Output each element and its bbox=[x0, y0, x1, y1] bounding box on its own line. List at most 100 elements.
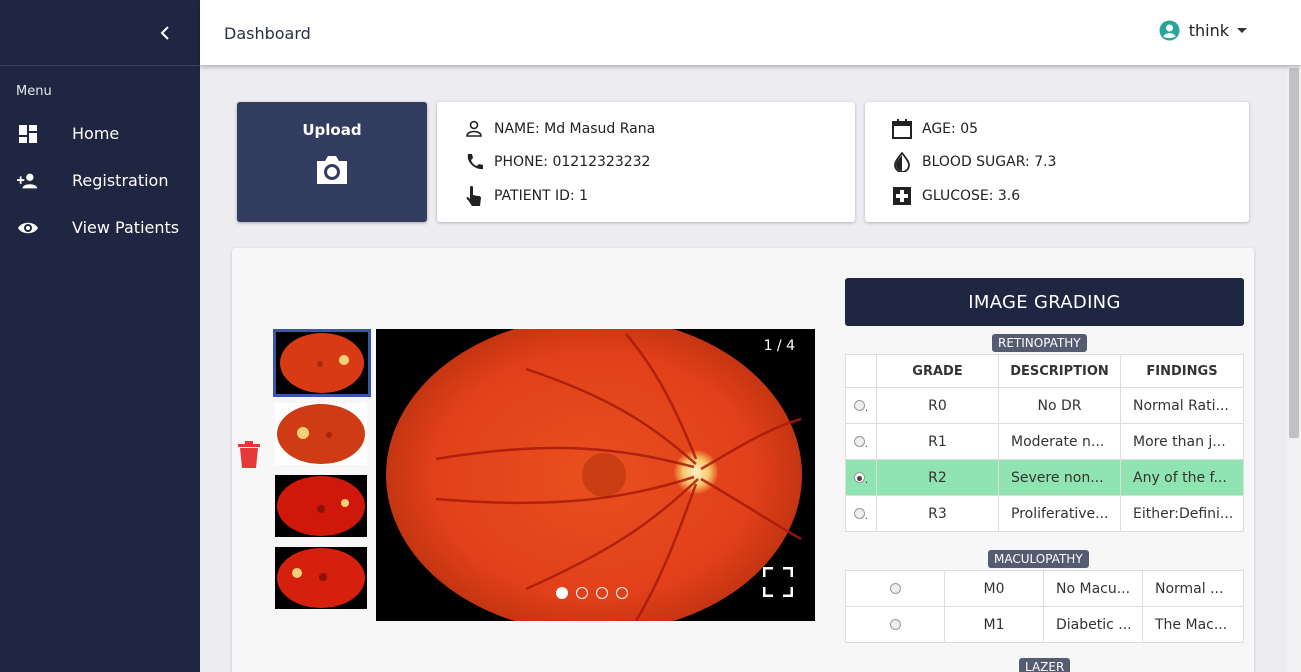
description-cell: Diabetic ... bbox=[1043, 606, 1143, 643]
findings-cell: Either:Defini... bbox=[1120, 495, 1244, 532]
carousel-dot-3[interactable] bbox=[596, 587, 608, 599]
patient-phone-row: PHONE: 01212323232 bbox=[463, 151, 650, 173]
fullscreen-button[interactable] bbox=[762, 566, 794, 601]
trash-icon bbox=[238, 441, 260, 468]
table-row[interactable]: . R0 No DR Normal Rati... bbox=[845, 387, 1244, 424]
thumbnail-4[interactable] bbox=[275, 547, 367, 609]
patient-name: NAME: Md Masud Rana bbox=[494, 121, 656, 137]
delete-image-button[interactable] bbox=[238, 441, 260, 472]
patient-phone: PHONE: 01212323232 bbox=[494, 154, 651, 170]
image-grading-header: IMAGE GRADING bbox=[845, 278, 1244, 326]
patient-id-row: PATIENT ID: 1 bbox=[463, 185, 588, 207]
findings-cell: Normal Rati... bbox=[1120, 387, 1244, 424]
sidebar: Menu Home Registration View Patients bbox=[0, 0, 200, 672]
sidebar-item-registration[interactable]: Registration bbox=[0, 157, 200, 204]
calendar-icon bbox=[891, 118, 913, 140]
findings-cell: The Mac... bbox=[1142, 606, 1244, 643]
fundus-thumbnail-image bbox=[275, 547, 367, 609]
table-row[interactable]: . R1 Moderate n... More than j... bbox=[845, 423, 1244, 460]
thumbnail-2[interactable] bbox=[275, 403, 367, 465]
row-select[interactable] bbox=[845, 606, 945, 643]
description-cell: No DR bbox=[998, 387, 1121, 424]
carousel-dot-2[interactable] bbox=[576, 587, 588, 599]
fullscreen-icon bbox=[762, 566, 794, 598]
radio-button[interactable] bbox=[853, 400, 865, 411]
description-cell: Severe non... bbox=[998, 459, 1121, 496]
maculopathy-table: M0 No Macu... Normal ... M1 Diabetic ...… bbox=[845, 570, 1244, 643]
radio-button[interactable] bbox=[889, 583, 901, 594]
row-select[interactable]: . bbox=[845, 387, 877, 424]
scrollbar-thumb[interactable] bbox=[1289, 68, 1299, 438]
table-row[interactable]: M0 No Macu... Normal ... bbox=[845, 570, 1244, 607]
camera-icon bbox=[314, 154, 350, 190]
sidebar-item-view-patients[interactable]: View Patients bbox=[0, 204, 200, 251]
table-row[interactable]: . R3 Proliferative... Either:Defini... bbox=[845, 495, 1244, 532]
fundus-thumbnail-image bbox=[275, 475, 367, 537]
person-icon bbox=[463, 118, 485, 140]
carousel-dot-1[interactable] bbox=[556, 587, 568, 599]
table-row-selected[interactable]: . R2 Severe non... Any of the f... bbox=[845, 459, 1244, 496]
grade-cell: R1 bbox=[876, 423, 999, 460]
topbar: Dashboard think bbox=[200, 0, 1301, 65]
sidebar-item-label: Home bbox=[72, 124, 120, 143]
carousel-dots bbox=[556, 587, 628, 599]
row-select[interactable]: . bbox=[845, 459, 877, 496]
blood-sugar-row: BLOOD SUGAR: 7.3 bbox=[891, 151, 1056, 173]
thumbnail-3[interactable] bbox=[275, 475, 367, 537]
maculopathy-label: MACULOPATHY bbox=[988, 550, 1089, 568]
dashboard-icon bbox=[17, 123, 39, 145]
table-header-row: GRADE DESCRIPTION FINDINGS bbox=[845, 354, 1244, 388]
image-viewer[interactable]: 1 / 4 bbox=[376, 329, 815, 621]
patient-name-row: NAME: Md Masud Rana bbox=[463, 118, 655, 140]
image-counter: 1 / 4 bbox=[763, 338, 795, 354]
grade-cell: R0 bbox=[876, 387, 999, 424]
retinopathy-table: GRADE DESCRIPTION FINDINGS . R0 No DR No… bbox=[845, 354, 1244, 532]
upload-label: Upload bbox=[302, 121, 362, 139]
user-name: think bbox=[1188, 21, 1229, 40]
radio-button[interactable] bbox=[853, 436, 865, 447]
radio-button[interactable] bbox=[853, 508, 865, 519]
fundus-thumbnail-image bbox=[275, 403, 367, 465]
patient-id: PATIENT ID: 1 bbox=[494, 188, 589, 204]
page-title: Dashboard bbox=[224, 24, 311, 43]
row-select[interactable]: . bbox=[845, 423, 877, 460]
glucose-row: GLUCOSE: 3.6 bbox=[891, 185, 1020, 207]
phone-icon bbox=[463, 151, 485, 173]
findings-cell: Normal ... bbox=[1142, 570, 1244, 607]
user-menu[interactable]: think bbox=[1159, 20, 1247, 41]
radio-button[interactable] bbox=[889, 619, 901, 630]
findings-cell: Any of the f... bbox=[1120, 459, 1244, 496]
radio-button-checked[interactable] bbox=[853, 472, 865, 483]
blood-sugar: BLOOD SUGAR: 7.3 bbox=[922, 154, 1057, 170]
medical-kit-icon bbox=[891, 185, 913, 207]
carousel-dot-4[interactable] bbox=[616, 587, 628, 599]
upload-button[interactable]: Upload bbox=[237, 102, 427, 222]
account-circle-icon bbox=[1159, 20, 1180, 41]
table-row[interactable]: M1 Diabetic ... The Mac... bbox=[845, 606, 1244, 643]
description-cell: Proliferative... bbox=[998, 495, 1121, 532]
patient-info-card: NAME: Md Masud Rana PHONE: 01212323232 P… bbox=[437, 102, 855, 222]
lazer-label: LAZER bbox=[1019, 658, 1071, 672]
chevron-left-icon bbox=[160, 26, 169, 40]
patient-age: AGE: 05 bbox=[922, 121, 979, 137]
grade-cell: M0 bbox=[944, 570, 1044, 607]
grade-column-header: GRADE bbox=[876, 354, 999, 388]
thumbnail-1[interactable] bbox=[273, 329, 371, 397]
select-column-header bbox=[845, 354, 877, 388]
glucose: GLUCOSE: 3.6 bbox=[922, 188, 1021, 204]
grade-cell: R3 bbox=[876, 495, 999, 532]
description-cell: Moderate n... bbox=[998, 423, 1121, 460]
sidebar-item-label: Registration bbox=[72, 171, 169, 190]
row-select[interactable]: . bbox=[845, 495, 877, 532]
row-select[interactable] bbox=[845, 570, 945, 607]
fundus-main-image bbox=[376, 329, 815, 621]
collapse-sidebar-button[interactable] bbox=[154, 22, 176, 44]
sidebar-item-home[interactable]: Home bbox=[0, 110, 200, 157]
person-add-icon bbox=[17, 170, 39, 192]
description-column-header: DESCRIPTION bbox=[998, 354, 1121, 388]
eye-icon bbox=[17, 217, 39, 239]
retinopathy-label: RETINOPATHY bbox=[992, 334, 1087, 352]
findings-column-header: FINDINGS bbox=[1120, 354, 1244, 388]
grade-cell: M1 bbox=[944, 606, 1044, 643]
caret-down-icon bbox=[1237, 28, 1247, 33]
